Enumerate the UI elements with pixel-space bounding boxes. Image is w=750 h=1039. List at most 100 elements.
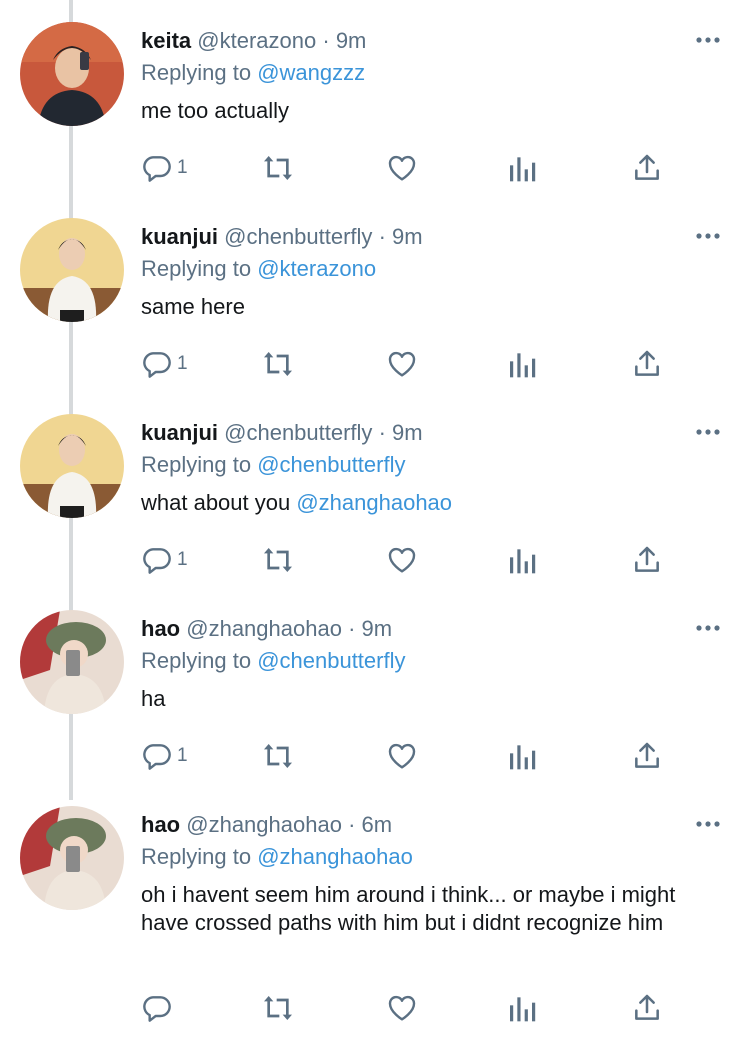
replying-to: Replying to @zhanghaohao bbox=[141, 842, 413, 872]
retweet-icon bbox=[264, 996, 292, 1020]
analytics-button[interactable] bbox=[507, 346, 537, 382]
tweet-header: kuanjui @chenbutterfly · 9m bbox=[141, 418, 423, 448]
analytics-button[interactable] bbox=[507, 542, 537, 578]
share-icon bbox=[635, 994, 659, 1020]
retweet-button[interactable] bbox=[259, 990, 297, 1026]
share-icon bbox=[635, 742, 659, 768]
action-bar bbox=[141, 990, 681, 1026]
replying-to-handle[interactable]: @kterazono bbox=[257, 256, 376, 281]
tweet[interactable]: kuanjui @chenbutterfly · 9m Replying to … bbox=[0, 392, 750, 588]
like-button[interactable] bbox=[385, 150, 419, 186]
avatar[interactable] bbox=[20, 806, 124, 910]
replying-to: Replying to @chenbutterfly bbox=[141, 646, 405, 676]
user-handle[interactable]: @chenbutterfly bbox=[224, 420, 372, 445]
analytics-button[interactable] bbox=[507, 150, 537, 186]
action-bar: 1 bbox=[141, 738, 681, 774]
heart-icon bbox=[388, 155, 416, 181]
share-button[interactable] bbox=[631, 150, 663, 186]
replying-to-handle[interactable]: @wangzzz bbox=[257, 60, 365, 85]
more-options-icon[interactable] bbox=[692, 616, 724, 640]
like-button[interactable] bbox=[385, 738, 419, 774]
retweet-icon bbox=[264, 744, 292, 768]
tweet-text: me too actually bbox=[141, 97, 701, 125]
analytics-icon bbox=[510, 997, 536, 1022]
display-name[interactable]: keita bbox=[141, 28, 191, 53]
analytics-button[interactable] bbox=[507, 990, 537, 1026]
like-button[interactable] bbox=[385, 542, 419, 578]
like-button[interactable] bbox=[385, 346, 419, 382]
share-button[interactable] bbox=[631, 542, 663, 578]
tweet[interactable]: keita @kterazono · 9m Replying to @wangz… bbox=[0, 0, 750, 196]
retweet-icon bbox=[264, 156, 292, 180]
user-handle[interactable]: @zhanghaohao bbox=[186, 616, 342, 641]
share-icon bbox=[635, 546, 659, 572]
separator-dot: · bbox=[348, 616, 356, 641]
avatar[interactable] bbox=[20, 610, 124, 714]
reply-icon bbox=[143, 996, 171, 1022]
user-handle[interactable]: @kterazono bbox=[197, 28, 316, 53]
more-options-icon[interactable] bbox=[692, 28, 724, 52]
avatar[interactable] bbox=[20, 22, 124, 126]
retweet-button[interactable] bbox=[259, 738, 297, 774]
tweet-header: kuanjui @chenbutterfly · 9m bbox=[141, 222, 423, 252]
display-name[interactable]: kuanjui bbox=[141, 224, 218, 249]
separator-dot: · bbox=[322, 28, 330, 53]
more-options-icon[interactable] bbox=[692, 224, 724, 248]
user-handle[interactable]: @zhanghaohao bbox=[186, 812, 342, 837]
tweet-header: hao @zhanghaohao · 9m bbox=[141, 614, 392, 644]
replying-to-label: Replying to bbox=[141, 648, 258, 673]
retweet-button[interactable] bbox=[259, 346, 297, 382]
reply-button[interactable]: 1 bbox=[141, 150, 188, 186]
display-name[interactable]: kuanjui bbox=[141, 420, 218, 445]
tweet-text: what about you @zhanghaohao bbox=[141, 489, 701, 517]
tweet-text-content: same here bbox=[141, 294, 245, 319]
display-name[interactable]: hao bbox=[141, 812, 180, 837]
replying-to-handle[interactable]: @chenbutterfly bbox=[257, 452, 405, 477]
timestamp[interactable]: 9m bbox=[392, 224, 423, 249]
share-button[interactable] bbox=[631, 346, 663, 382]
reply-icon bbox=[143, 156, 171, 182]
heart-icon bbox=[388, 547, 416, 573]
tweet[interactable]: hao @zhanghaohao · 9m Replying to @chenb… bbox=[0, 588, 750, 784]
reply-button[interactable]: 1 bbox=[141, 738, 188, 774]
reply-button[interactable]: 1 bbox=[141, 542, 188, 578]
share-button[interactable] bbox=[631, 738, 663, 774]
retweet-button[interactable] bbox=[259, 150, 297, 186]
tweet[interactable]: hao @zhanghaohao · 6m Replying to @zhang… bbox=[0, 784, 750, 1039]
tweet-text: oh i havent seem him around i think... o… bbox=[141, 881, 681, 937]
more-options-icon[interactable] bbox=[692, 812, 724, 836]
share-button[interactable] bbox=[631, 990, 663, 1026]
retweet-icon bbox=[264, 352, 292, 376]
timestamp[interactable]: 6m bbox=[362, 812, 393, 837]
replying-to-label: Replying to bbox=[141, 60, 258, 85]
replying-to-label: Replying to bbox=[141, 844, 258, 869]
reply-button[interactable] bbox=[141, 990, 177, 1026]
replying-to-handle[interactable]: @chenbutterfly bbox=[257, 648, 405, 673]
analytics-icon bbox=[510, 549, 536, 574]
timestamp[interactable]: 9m bbox=[392, 420, 423, 445]
avatar[interactable] bbox=[20, 414, 124, 518]
reply-icon bbox=[143, 352, 171, 378]
retweet-button[interactable] bbox=[259, 542, 297, 578]
like-button[interactable] bbox=[385, 990, 419, 1026]
analytics-button[interactable] bbox=[507, 738, 537, 774]
heart-icon bbox=[388, 995, 416, 1021]
reply-icon bbox=[143, 744, 171, 770]
heart-icon bbox=[388, 351, 416, 377]
tweet-mention[interactable]: @zhanghaohao bbox=[296, 490, 452, 515]
tweet-text: same here bbox=[141, 293, 701, 321]
replying-to-handle[interactable]: @zhanghaohao bbox=[257, 844, 413, 869]
heart-icon bbox=[388, 743, 416, 769]
avatar[interactable] bbox=[20, 218, 124, 322]
timestamp[interactable]: 9m bbox=[336, 28, 367, 53]
tweet-text-content: what about you bbox=[141, 490, 297, 515]
timestamp[interactable]: 9m bbox=[362, 616, 393, 641]
reply-count: 1 bbox=[177, 353, 188, 374]
more-options-icon[interactable] bbox=[692, 420, 724, 444]
tweet[interactable]: kuanjui @chenbutterfly · 9m Replying to … bbox=[0, 196, 750, 392]
user-handle[interactable]: @chenbutterfly bbox=[224, 224, 372, 249]
display-name[interactable]: hao bbox=[141, 616, 180, 641]
replying-to: Replying to @wangzzz bbox=[141, 58, 365, 88]
retweet-icon bbox=[264, 548, 292, 572]
reply-button[interactable]: 1 bbox=[141, 346, 188, 382]
